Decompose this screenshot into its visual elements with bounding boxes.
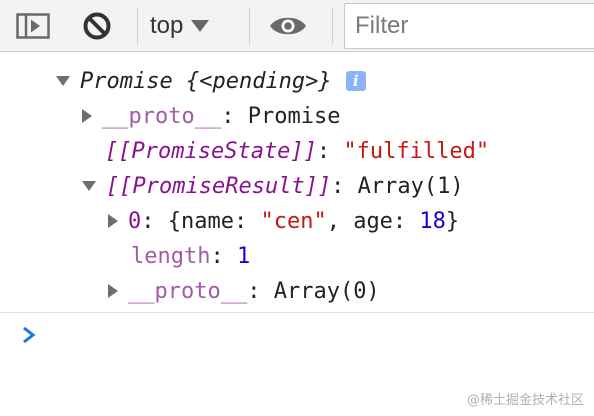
collapse-arrow-icon[interactable] (108, 284, 118, 298)
console-message-promise[interactable]: Promise {<pending>} i (56, 64, 366, 98)
watermark: @稀土掘金技术社区 (466, 393, 584, 408)
toolbar-separator (332, 8, 333, 44)
property-row[interactable]: __proto__ : Array(0) (108, 274, 380, 308)
object-preview-number: 18 (419, 208, 446, 234)
console-toolbar: top (0, 0, 594, 52)
property-value: Array(0) (273, 278, 380, 304)
collapse-arrow-icon[interactable] (108, 214, 118, 228)
expand-arrow-icon[interactable] (56, 76, 70, 86)
info-icon[interactable]: i (345, 71, 366, 91)
property-key: __proto__ (128, 278, 248, 304)
property-key: length (131, 243, 211, 269)
property-key: [[PromiseState]] (105, 138, 317, 164)
object-label: Promise (80, 68, 173, 94)
dropdown-arrow-icon (191, 20, 210, 32)
live-expression-button[interactable] (268, 12, 308, 40)
toolbar-separator (249, 8, 250, 44)
clear-console-button[interactable] (80, 10, 114, 42)
property-row: [[PromiseState]] : "fulfilled" (105, 138, 490, 164)
filter-input[interactable] (345, 4, 594, 48)
prompt-chevron-icon (23, 326, 36, 344)
property-value: Array(1) (357, 173, 464, 199)
context-selector[interactable]: top (150, 0, 210, 52)
object-preview: {<pending>} (185, 68, 332, 94)
toggle-sidebar-button[interactable] (14, 12, 52, 40)
property-key: __proto__ (102, 103, 222, 129)
eye-icon (270, 17, 306, 35)
expand-arrow-icon[interactable] (82, 181, 96, 191)
collapse-arrow-icon[interactable] (82, 109, 92, 123)
property-value: Promise (247, 103, 341, 129)
console-prompt[interactable] (22, 326, 36, 349)
property-row[interactable]: 0 : {name: "cen" , age: 18 } (108, 204, 459, 238)
property-row[interactable]: [[PromiseResult]] : Array(1) (82, 169, 464, 203)
context-selector-label: top (150, 12, 184, 39)
sidebar-panel-icon (16, 13, 50, 39)
console-divider (0, 312, 594, 313)
property-row: length : 1 (131, 243, 251, 269)
object-preview-string: "cen" (260, 208, 327, 234)
filter-input-wrapper (344, 3, 594, 49)
object-preview-part: {name: (167, 208, 261, 234)
clear-console-icon (83, 12, 111, 40)
devtools-console: top Promise {<pending>} i (0, 0, 594, 416)
console-output: Promise {<pending>} i __proto__ : Promis… (0, 52, 594, 312)
object-preview-part: , age: (326, 208, 420, 234)
property-row[interactable]: __proto__ : Promise (82, 99, 340, 133)
property-value: "fulfilled" (343, 138, 490, 164)
property-key: 0 (128, 208, 142, 234)
property-key: [[PromiseResult]] (106, 173, 332, 199)
toolbar-separator (137, 8, 138, 44)
property-value: 1 (236, 243, 251, 269)
object-preview-part: } (445, 208, 460, 234)
